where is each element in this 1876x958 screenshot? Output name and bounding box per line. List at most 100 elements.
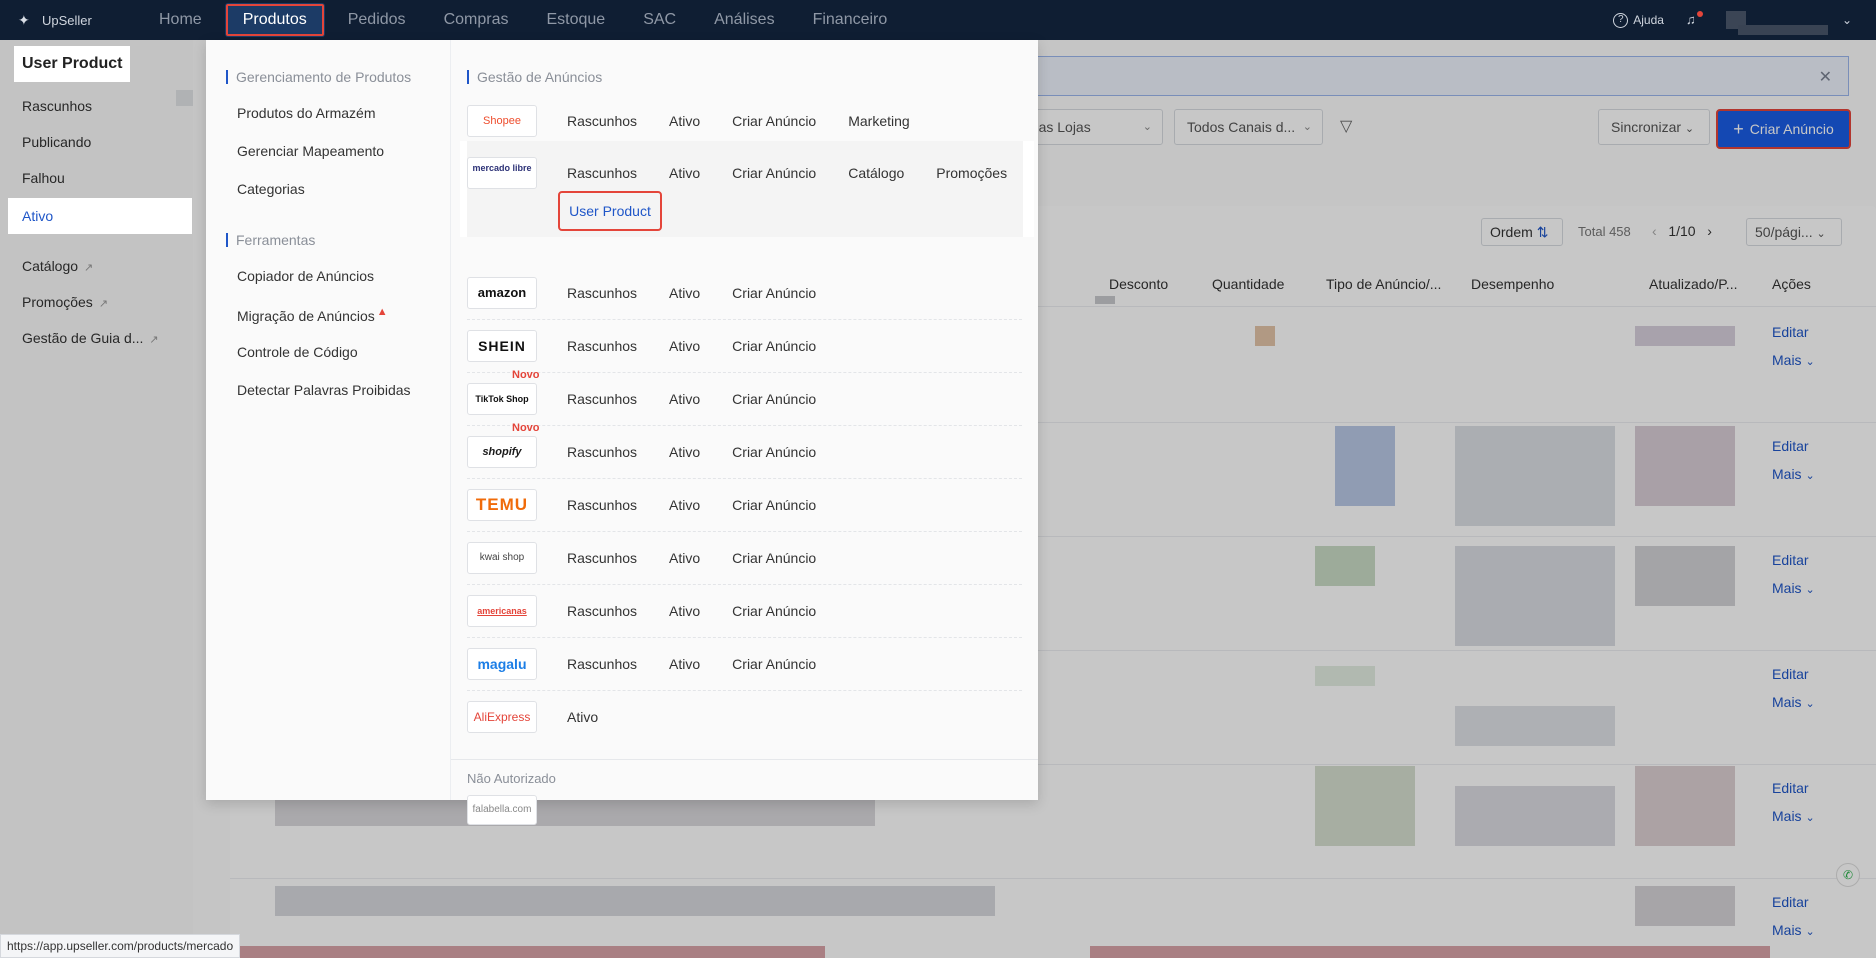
- help-label: Ajuda: [1633, 13, 1664, 27]
- link-criar-anuncio[interactable]: Criar Anúncio: [732, 165, 816, 181]
- nav-analises[interactable]: Análises: [695, 0, 793, 40]
- marketplace-links: Rascunhos Ativo Criar Anúncio: [567, 497, 848, 513]
- nav-home[interactable]: Home: [140, 0, 221, 40]
- nav-pedidos[interactable]: Pedidos: [329, 0, 425, 40]
- link-promocoes[interactable]: Promoções: [936, 165, 1007, 181]
- sidebar-item-ativo-highlight[interactable]: Ativo: [8, 198, 192, 234]
- link-ativo[interactable]: Ativo: [669, 656, 700, 672]
- divider: [451, 759, 1038, 760]
- kwai-shop-logo: kwai shop: [467, 542, 537, 574]
- link-marketing[interactable]: Marketing: [848, 113, 909, 129]
- link-ativo[interactable]: Ativo: [669, 285, 700, 301]
- nav-produtos[interactable]: Produtos: [224, 3, 325, 37]
- link-criar-anuncio[interactable]: Criar Anúncio: [732, 391, 816, 407]
- link-ativo[interactable]: Ativo: [669, 444, 700, 460]
- link-rascunhos[interactable]: Rascunhos: [567, 165, 637, 181]
- marketplace-row-mercado-libre: mercado libre Rascunhos Ativo Criar Anún…: [460, 141, 1034, 237]
- marketplace-links: Rascunhos Ativo Criar Anúncio: [567, 550, 848, 566]
- chevron-down-icon[interactable]: ⌄: [1842, 13, 1852, 27]
- link-criar-anuncio[interactable]: Criar Anúncio: [732, 656, 816, 672]
- account-name-redacted: [1737, 25, 1828, 35]
- link-criar-anuncio[interactable]: Criar Anúncio: [732, 497, 816, 513]
- mercado-libre-logo: mercado libre: [467, 157, 537, 189]
- highlight-panel: mercado libre Rascunhos Ativo Criar Anún…: [467, 141, 1023, 237]
- link-rascunhos[interactable]: Rascunhos: [567, 391, 637, 407]
- help-icon: ?: [1613, 12, 1629, 28]
- marketplace-row-kwai: kwai shop Rascunhos Ativo Criar Anúncio: [467, 532, 1022, 585]
- menu-link-gerenciar-mapeamento[interactable]: Gerenciar Mapeamento: [237, 143, 384, 159]
- link-ativo[interactable]: Ativo: [669, 550, 700, 566]
- link-ativo[interactable]: Ativo: [669, 338, 700, 354]
- magalu-logo: magalu: [467, 648, 537, 680]
- link-rascunhos[interactable]: Rascunhos: [567, 603, 637, 619]
- link-ativo[interactable]: Ativo: [669, 603, 700, 619]
- link-rascunhos[interactable]: Rascunhos: [567, 550, 637, 566]
- link-criar-anuncio[interactable]: Criar Anúncio: [732, 444, 816, 460]
- shopify-logo: shopify: [467, 436, 537, 468]
- menu-link-copiador[interactable]: Copiador de Anúncios: [237, 268, 374, 284]
- marketplace-links: Rascunhos Ativo Criar Anúncio: [567, 285, 848, 301]
- link-criar-anuncio[interactable]: Criar Anúncio: [732, 338, 816, 354]
- not-authorized-title: Não Autorizado: [467, 771, 556, 786]
- link-criar-anuncio[interactable]: Criar Anúncio: [732, 113, 816, 129]
- link-rascunhos[interactable]: Rascunhos: [567, 285, 637, 301]
- menu-link-label: Migração de Anúncios: [237, 308, 375, 324]
- nav-sac[interactable]: SAC: [624, 0, 695, 40]
- amazon-logo: amazon: [467, 277, 537, 309]
- upseller-logo-icon: ✦: [18, 12, 30, 28]
- link-ativo[interactable]: Ativo: [669, 113, 700, 129]
- marketplace-links: Rascunhos Ativo Criar Anúncio Marketing: [567, 113, 942, 129]
- link-criar-anuncio[interactable]: Criar Anúncio: [732, 550, 816, 566]
- app-logo[interactable]: ✦ UpSeller: [18, 12, 118, 28]
- link-rascunhos[interactable]: Rascunhos: [567, 497, 637, 513]
- link-rascunhos[interactable]: Rascunhos: [567, 444, 637, 460]
- notification-bell-icon[interactable]: ♫: [1686, 11, 1703, 27]
- notification-dot: [1696, 11, 1703, 17]
- status-bar-url: https://app.upseller.com/products/mercad…: [0, 934, 241, 958]
- link-ativo[interactable]: Ativo: [669, 497, 700, 513]
- menu-link-produtos-armazem[interactable]: Produtos do Armazém: [237, 105, 376, 121]
- nav-estoque[interactable]: Estoque: [527, 0, 624, 40]
- link-rascunhos[interactable]: Rascunhos: [567, 656, 637, 672]
- marketplace-row-shein: SHEIN Rascunhos Ativo Criar Anúncio: [467, 320, 1022, 373]
- main-nav: Home Produtos Pedidos Compras Estoque SA…: [140, 0, 906, 40]
- marketplace-row-temu: TEMU Rascunhos Ativo Criar Anúncio: [467, 479, 1022, 532]
- marketplace-row-tiktok: TikTok Shop Novo Rascunhos Ativo Criar A…: [467, 369, 1022, 426]
- sidebar-title-highlight: User Product: [14, 46, 130, 82]
- group-title-gerenciamento: Gerenciamento de Produtos: [226, 70, 411, 84]
- link-rascunhos[interactable]: Rascunhos: [567, 113, 637, 129]
- shein-logo: SHEIN: [467, 330, 537, 362]
- tiktok-shop-logo: TikTok Shop: [467, 383, 537, 415]
- aliexpress-logo: AliExpress: [467, 701, 537, 733]
- marketplace-row-amazon: amazon Rascunhos Ativo Criar Anúncio: [467, 267, 1022, 320]
- nav-compras[interactable]: Compras: [425, 0, 528, 40]
- americanas-logo: americanas: [467, 595, 537, 627]
- falabella-logo[interactable]: falabella.com: [467, 795, 537, 825]
- menu-link-categorias[interactable]: Categorias: [237, 181, 305, 197]
- link-user-product[interactable]: User Product: [558, 191, 662, 231]
- mega-menu-left-panel: Gerenciamento de Produtos Produtos do Ar…: [206, 40, 451, 800]
- marketplace-links: Rascunhos Ativo Criar Anúncio: [567, 338, 848, 354]
- help-link[interactable]: ? Ajuda: [1613, 12, 1664, 28]
- marketplace-links: Rascunhos Ativo Criar Anúncio: [567, 603, 848, 619]
- menu-link-controle-codigo[interactable]: Controle de Código: [237, 344, 358, 360]
- link-criar-anuncio[interactable]: Criar Anúncio: [732, 603, 816, 619]
- link-catalogo[interactable]: Catálogo: [848, 165, 904, 181]
- marketplace-row-magalu: magalu Rascunhos Ativo Criar Anúncio: [467, 638, 1022, 691]
- marketplace-row-americanas: americanas Rascunhos Ativo Criar Anúncio: [467, 585, 1022, 638]
- menu-link-palavras-proibidas[interactable]: Detectar Palavras Proibidas: [237, 382, 411, 398]
- marketplace-links: Rascunhos Ativo Criar Anúncio: [567, 391, 848, 407]
- link-ativo[interactable]: Ativo: [567, 709, 598, 725]
- app-logo-text: UpSeller: [42, 12, 92, 28]
- top-navbar: ✦ UpSeller Home Produtos Pedidos Compras…: [0, 0, 1876, 40]
- link-ativo[interactable]: Ativo: [669, 391, 700, 407]
- link-rascunhos[interactable]: Rascunhos: [567, 338, 637, 354]
- group-title-gestao-anuncios: Gestão de Anúncios: [467, 70, 602, 84]
- link-ativo[interactable]: Ativo: [669, 165, 700, 181]
- marketplace-links: Ativo: [567, 709, 630, 725]
- nav-financeiro[interactable]: Financeiro: [794, 0, 907, 40]
- menu-link-migracao[interactable]: Migração de Anúncios ▲: [237, 306, 388, 324]
- link-criar-anuncio[interactable]: Criar Anúncio: [732, 285, 816, 301]
- marketplace-links: Rascunhos Ativo Criar Anúncio: [567, 444, 848, 460]
- marketplace-links: Rascunhos Ativo Criar Anúncio: [567, 656, 848, 672]
